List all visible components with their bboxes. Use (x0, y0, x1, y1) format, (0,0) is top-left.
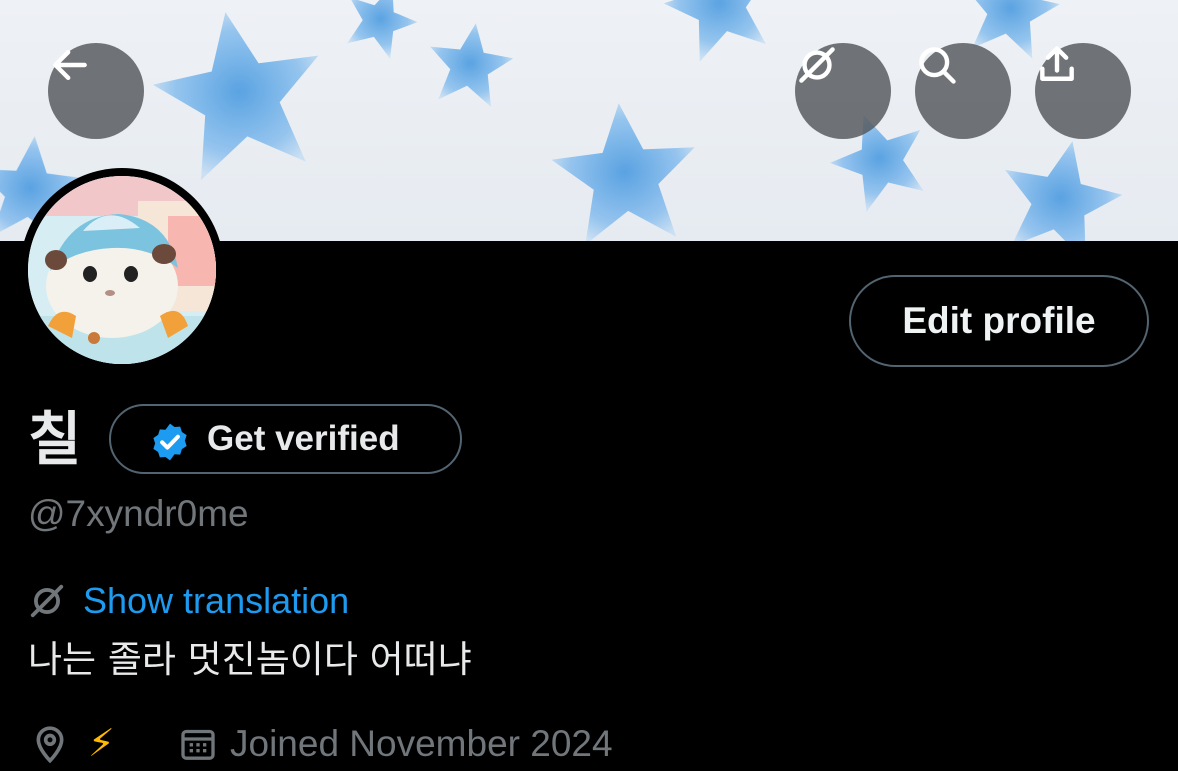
joined-date: Joined November 2024 (230, 723, 613, 764)
location-text: ⚡ (88, 723, 115, 765)
calendar-icon (181, 729, 215, 760)
edit-profile-button[interactable]: Edit profile (849, 275, 1149, 367)
share-upload-icon (1040, 46, 1074, 81)
no-translate-icon (30, 584, 64, 618)
search-icon (919, 47, 956, 84)
avatar[interactable] (20, 168, 224, 372)
show-translation-label[interactable]: Show translation (83, 578, 349, 624)
back-button[interactable] (48, 43, 144, 139)
display-name: 칠 (28, 405, 82, 473)
profile-bio: 나는 졸라 멋진놈이다 어떠냐 (28, 638, 472, 681)
verified-badge-icon (153, 423, 187, 461)
share-button[interactable] (1035, 43, 1131, 139)
search-button[interactable] (915, 43, 1011, 139)
no-translate-icon (799, 47, 835, 83)
arrow-left-icon (53, 49, 87, 81)
avatar-image (28, 176, 216, 364)
location-pin-icon (36, 726, 64, 764)
user-handle: @7xyndr0me (28, 493, 249, 534)
translate-toggle-button[interactable] (795, 43, 891, 139)
profile-meta: ⚡ Joined November 2024 (28, 718, 1128, 770)
get-verified-label: Get verified (207, 419, 400, 458)
get-verified-button[interactable]: Get verified (109, 404, 462, 474)
